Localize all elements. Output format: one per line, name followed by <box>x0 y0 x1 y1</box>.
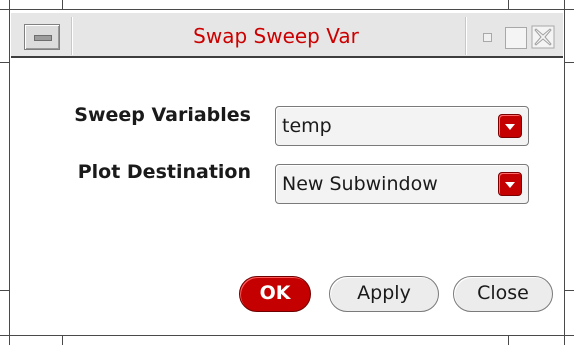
maximize-icon[interactable] <box>501 23 529 51</box>
frame-tick-right-top <box>508 0 509 10</box>
frame-tick-left-bottom <box>62 335 63 345</box>
window-menu-icon[interactable] <box>24 24 60 50</box>
plot-destination-label: Plot Destination <box>77 161 251 183</box>
title-separator-right <box>465 17 467 55</box>
frame-tick-right-bottom <box>508 335 509 345</box>
close-x-icon[interactable] <box>529 23 557 51</box>
frame-right-line <box>564 0 565 345</box>
apply-button[interactable]: Apply <box>329 276 439 312</box>
title-bar[interactable]: Swap Sweep Var <box>11 11 563 58</box>
plot-destination-value: New Subwindow <box>282 173 438 195</box>
frame-tick-left-mid-bottom <box>0 290 10 291</box>
dialog-window: Swap Sweep Var Sweep Variables temp Plot… <box>0 0 574 345</box>
frame-tick-left-mid-top <box>0 62 10 63</box>
frame-left-line <box>9 0 10 345</box>
dropdown-arrow-icon[interactable] <box>498 114 522 138</box>
sweep-variables-value: temp <box>282 115 332 137</box>
frame-tick-right-mid-bottom <box>564 290 574 291</box>
dialog-body: Sweep Variables temp Plot Destination Ne… <box>11 58 563 334</box>
sweep-variables-select[interactable]: temp <box>275 106 529 146</box>
ok-button[interactable]: OK <box>239 276 311 312</box>
minimize-icon[interactable] <box>473 23 501 51</box>
dropdown-arrow-icon[interactable] <box>498 172 522 196</box>
frame-tick-left-top <box>62 0 63 10</box>
frame-top-line <box>0 9 574 10</box>
close-button[interactable]: Close <box>453 276 553 312</box>
frame-bottom-line <box>0 335 574 336</box>
sweep-variables-label: Sweep Variables <box>74 104 251 126</box>
title-separator-left <box>71 17 73 55</box>
plot-destination-select[interactable]: New Subwindow <box>275 164 529 204</box>
window-title: Swap Sweep Var <box>193 24 359 48</box>
frame-tick-right-mid-top <box>564 62 574 63</box>
